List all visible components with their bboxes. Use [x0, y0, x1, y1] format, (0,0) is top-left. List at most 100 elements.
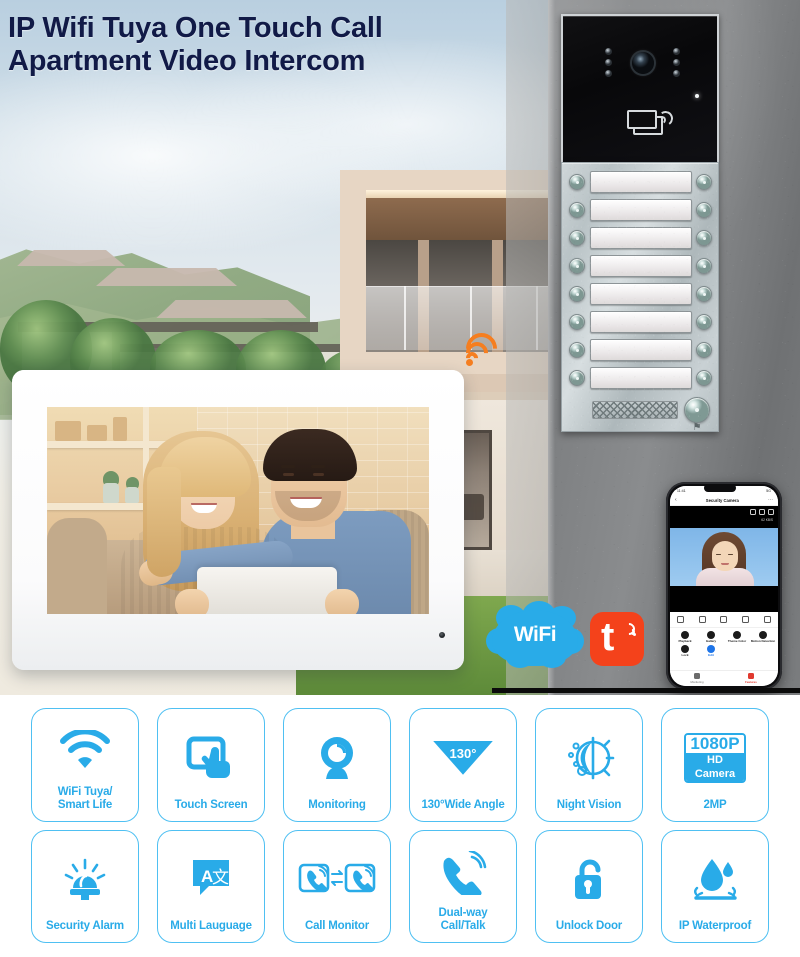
feature-card-touch-screen[interactable]: Touch Screen — [157, 708, 265, 822]
quick-action-motion-detection[interactable]: Motion Detection — [750, 631, 776, 643]
tab-monitoring[interactable]: Monitoring — [670, 671, 724, 686]
feature-label: Dual-way Call/Talk — [438, 907, 488, 932]
feature-card-call-monitor[interactable]: Call Monitor — [283, 829, 391, 943]
fullscreen-icon[interactable] — [768, 509, 774, 515]
stream-rate: 62 KB/S — [761, 518, 773, 522]
call-button[interactable] — [696, 342, 712, 358]
phone-screen[interactable]: 11:41 5G ‹ Security Camera ⋯ 62 KB/S Pla… — [670, 486, 778, 686]
tab-features[interactable]: Features — [724, 671, 778, 686]
tablet-device — [197, 567, 337, 614]
name-plate — [590, 227, 692, 249]
ir-led-icon — [605, 59, 612, 66]
call-monitor-icon — [287, 839, 387, 921]
feature-card-multi-language[interactable]: A 文 Multi Lauguage — [157, 829, 265, 943]
rail-post — [404, 286, 406, 350]
quick-action-edit[interactable]: Edit — [698, 645, 724, 657]
quick-action-playback[interactable]: Playback — [672, 631, 698, 643]
resolution-caption: HD Camera — [686, 752, 744, 781]
feature-card-dual-way-talk[interactable]: Dual-way Call/Talk — [409, 829, 517, 943]
feature-card-ip-waterproof[interactable]: IP Waterproof — [661, 829, 769, 943]
motion-detection-icon — [759, 631, 767, 639]
feature-label: Night Vision — [556, 798, 622, 811]
feature-label: Multi Lauguage — [170, 920, 252, 932]
quick-actions-grid[interactable]: Playback Gallery Theme Color Motion Dete… — [670, 628, 778, 659]
hd-toggle-icon[interactable] — [750, 509, 756, 515]
feature-label: Call Monitor — [304, 920, 370, 932]
talk-icon[interactable] — [720, 616, 728, 623]
app-action-toolbar[interactable] — [670, 612, 778, 628]
microphone-icon — [439, 632, 445, 638]
lock-icon — [681, 645, 689, 654]
visitor-face — [712, 541, 738, 571]
smartphone-mockup[interactable]: 11:41 5G ‹ Security Camera ⋯ 62 KB/S Pla… — [666, 482, 782, 690]
hand — [175, 589, 209, 614]
feature-label: Touch Screen — [174, 798, 248, 811]
call-button[interactable] — [696, 286, 712, 302]
name-plate — [590, 199, 692, 221]
shelf-box — [55, 421, 81, 441]
plant-pot — [125, 487, 139, 503]
speaker-grille-icon — [592, 401, 678, 419]
bell-button[interactable] — [684, 397, 710, 423]
sound-toggle-icon[interactable] — [759, 509, 765, 515]
apartment-door-station[interactable]: ⚑ — [561, 14, 719, 433]
feature-card-hd-camera[interactable]: 1080P HD Camera 2MP — [661, 708, 769, 822]
wifi-signal-icon — [459, 326, 504, 371]
photo-icon[interactable] — [742, 616, 750, 623]
call-button[interactable] — [569, 342, 585, 358]
visitor-mouth — [721, 563, 729, 565]
man-eye — [313, 473, 324, 476]
call-button[interactable] — [569, 286, 585, 302]
night-vision-icon — [539, 717, 639, 799]
feature-card-wide-angle[interactable]: 130° 130°Wide Angle — [409, 708, 517, 822]
screenshot-icon[interactable] — [677, 616, 685, 623]
call-button[interactable] — [696, 230, 712, 246]
back-icon[interactable]: ‹ — [675, 497, 677, 503]
more-options-icon[interactable]: ⋯ — [768, 497, 773, 503]
record-icon[interactable] — [698, 616, 706, 623]
call-button[interactable] — [569, 202, 585, 218]
call-button[interactable] — [696, 370, 712, 386]
call-button[interactable] — [696, 314, 712, 330]
shelf-box — [87, 425, 107, 441]
quick-action-gallery[interactable]: Gallery — [698, 631, 724, 643]
touch-screen-icon — [161, 717, 261, 799]
feature-card-wifi-tuya[interactable]: WiFi Tuya/ Smart Life — [31, 708, 139, 822]
feature-label: Monitoring — [308, 798, 366, 811]
live-video-feed[interactable] — [670, 528, 778, 586]
app-bottom-tabs[interactable]: Monitoring Features — [670, 670, 778, 686]
indoor-touch-monitor[interactable] — [12, 370, 464, 670]
album-icon[interactable] — [763, 616, 771, 623]
wide-angle-value: 130° — [449, 745, 477, 761]
man-eyebrow — [281, 465, 295, 468]
feature-card-security-alarm[interactable]: Security Alarm — [31, 829, 139, 943]
features-icon — [748, 673, 754, 679]
status-led-icon — [695, 94, 699, 98]
multi-language-icon: A 文 — [161, 839, 261, 921]
call-button[interactable] — [569, 314, 585, 330]
name-plate — [590, 339, 692, 361]
side-wall — [506, 0, 552, 695]
call-button[interactable] — [569, 370, 585, 386]
monitor-screen[interactable] — [47, 407, 429, 614]
quick-action-lock[interactable]: Lock — [672, 645, 698, 657]
plant-pot — [103, 483, 119, 503]
gallery-icon — [707, 631, 715, 639]
call-button[interactable] — [696, 202, 712, 218]
quick-action-theme-color[interactable]: Theme Color — [724, 631, 750, 643]
feature-card-night-vision[interactable]: Night Vision — [535, 708, 643, 822]
call-button[interactable] — [696, 174, 712, 190]
call-button[interactable] — [569, 174, 585, 190]
call-button[interactable] — [696, 258, 712, 274]
feature-label: 2MP — [703, 798, 727, 811]
ir-led-icon — [605, 70, 612, 77]
stream-quality-icons[interactable] — [750, 509, 774, 515]
title-line-1: IP Wifi Tuya One Touch Call — [8, 12, 383, 44]
column-highlight-edge — [548, 0, 555, 695]
resolution-value: 1080P — [686, 734, 744, 753]
feature-card-unlock-door[interactable]: Unlock Door — [535, 829, 643, 943]
call-button[interactable] — [569, 230, 585, 246]
feature-card-monitoring[interactable]: Monitoring — [283, 708, 391, 822]
title-line-2: Apartment Video Intercom — [8, 45, 366, 77]
call-button[interactable] — [569, 258, 585, 274]
